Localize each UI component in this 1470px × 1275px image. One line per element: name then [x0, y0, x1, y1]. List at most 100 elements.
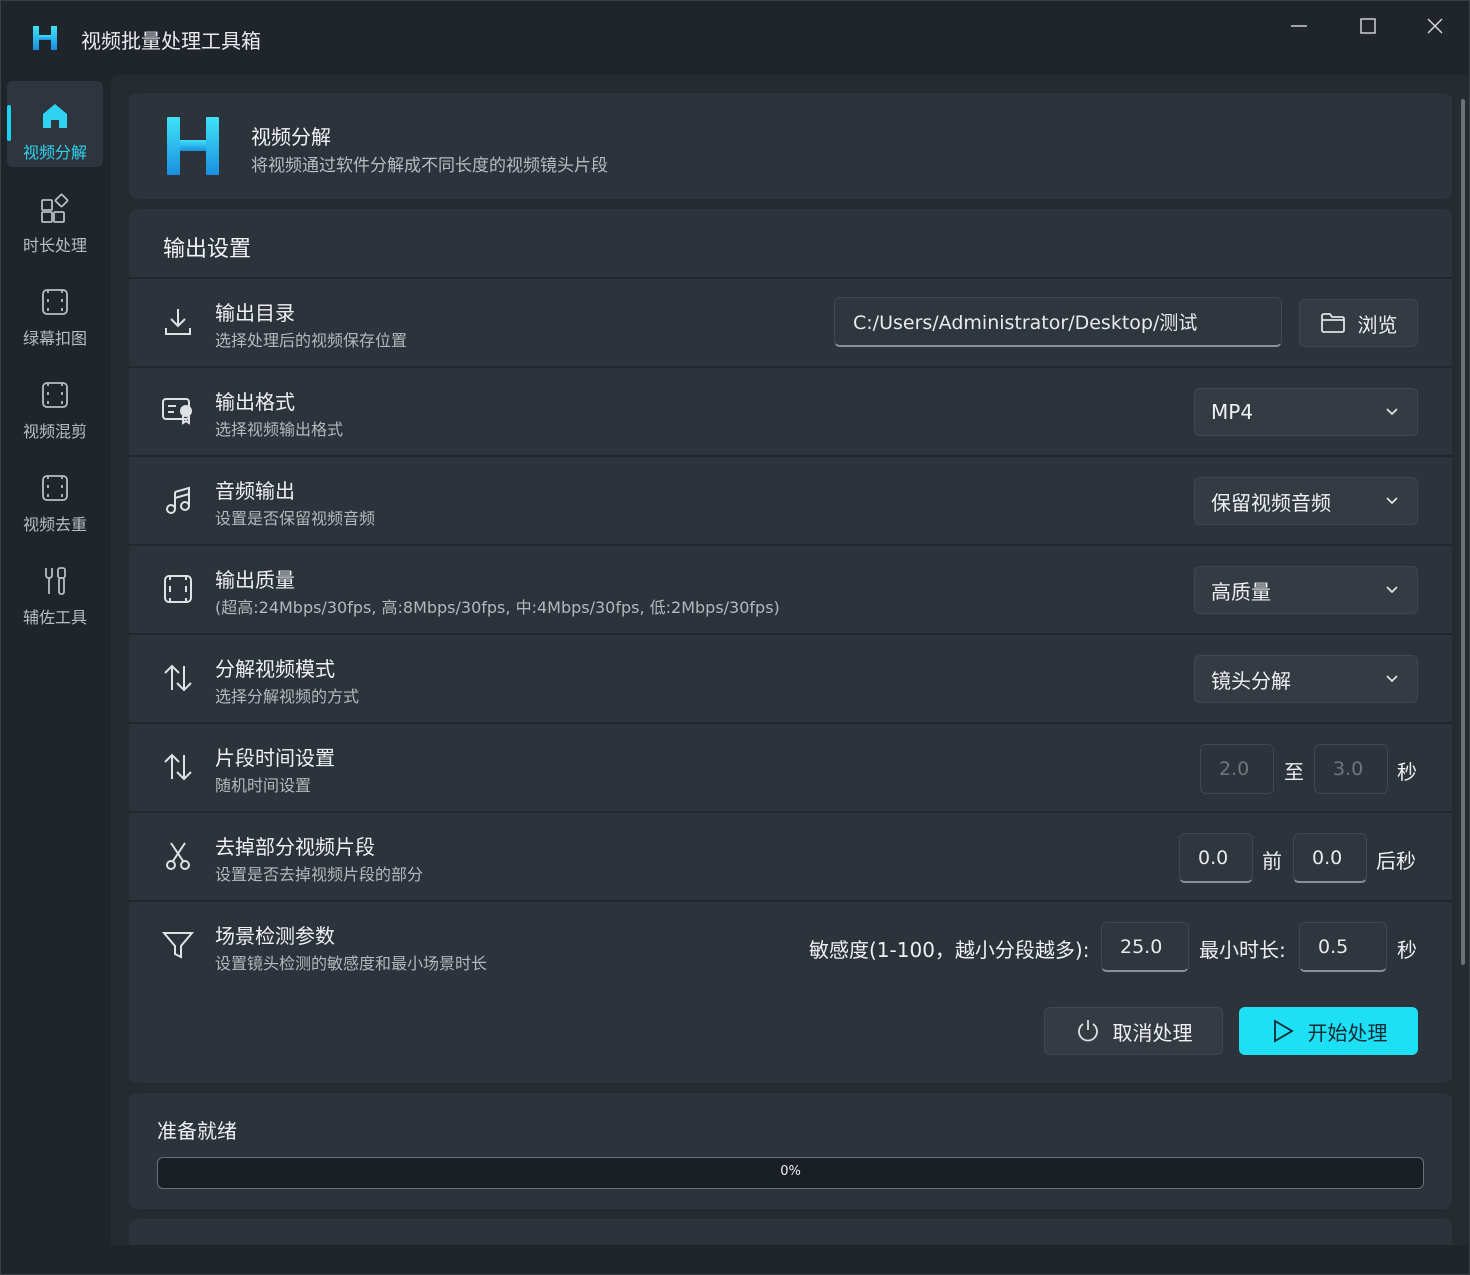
- output-dir-input[interactable]: C:/Users/Administrator/Desktop/测试: [834, 297, 1282, 347]
- select-value: 镜头分解: [1211, 668, 1291, 693]
- row-title: 输出目录: [215, 301, 295, 325]
- close-button[interactable]: [1405, 9, 1465, 43]
- close-icon: [1427, 18, 1443, 34]
- download-icon: [159, 303, 197, 341]
- segment-time-row: 片段时间设置 随机时间设置 2.0 至 3.0 秒: [129, 722, 1452, 810]
- output-format-row: 输出格式 选择视频输出格式 MP4: [129, 366, 1452, 454]
- unit-label: 秒: [1397, 938, 1417, 962]
- front-label: 前: [1262, 849, 1282, 873]
- select-value: 高质量: [1211, 579, 1271, 604]
- output-dir-row: 输出目录 选择处理后的视频保存位置 C:/Users/Administrator…: [129, 277, 1452, 365]
- row-title: 场景检测参数: [215, 924, 335, 948]
- format-icon: [159, 392, 197, 430]
- app-window: 视频批量处理工具箱 视频分解 时长处理 绿幕扣图 视频混剪 视频去重 辅佐工具 …: [0, 0, 1470, 1275]
- audio-output-select[interactable]: 保留视频音频: [1194, 477, 1418, 525]
- sidebar-item-green-screen[interactable]: 绿幕扣图: [7, 267, 103, 353]
- sidebar-item-label: 绿幕扣图: [22, 329, 87, 348]
- sidebar-item-label: 视频分解: [22, 143, 87, 162]
- output-settings-card: 输出设置 输出目录 选择处理后的视频保存位置 C:/Users/Administ…: [129, 209, 1452, 1083]
- film-icon: [159, 570, 197, 608]
- trim-row: 去掉部分视频片段 设置是否去掉视频片段的部分 0.0 前 0.0 后秒: [129, 811, 1452, 899]
- segment-min-input[interactable]: 2.0: [1200, 744, 1274, 794]
- status-card: 准备就绪 0%: [129, 1093, 1452, 1209]
- segment-max-input[interactable]: 3.0: [1314, 744, 1388, 794]
- output-format-select[interactable]: MP4: [1194, 388, 1418, 436]
- to-label: 至: [1284, 760, 1304, 784]
- page-header: 视频分解 将视频通过软件分解成不同长度的视频镜头片段: [129, 93, 1452, 199]
- maximize-button[interactable]: [1338, 9, 1398, 43]
- row-subtitle: (超高:24Mbps/30fps, 高:8Mbps/30fps, 中:4Mbps…: [215, 598, 780, 617]
- split-mode-select[interactable]: 镜头分解: [1194, 655, 1418, 703]
- vertical-scrollbar[interactable]: [1461, 99, 1465, 965]
- apps-icon: [38, 192, 72, 226]
- chevron-down-icon: [1386, 675, 1398, 683]
- back-label: 后秒: [1376, 849, 1416, 873]
- trim-front-input[interactable]: 0.0: [1179, 833, 1253, 883]
- split-mode-row: 分解视频模式 选择分解视频的方式 镜头分解: [129, 633, 1452, 721]
- film-icon: [38, 471, 72, 505]
- start-label: 开始处理: [1307, 1020, 1388, 1045]
- row-subtitle: 选择视频输出格式: [215, 420, 344, 439]
- select-value: 保留视频音频: [1211, 490, 1331, 515]
- sidebar-item-label: 时长处理: [22, 236, 87, 255]
- log-card: [129, 1219, 1452, 1245]
- progress-label: 0%: [780, 1164, 801, 1179]
- sidebar-item-tools[interactable]: 辅佐工具: [7, 546, 103, 632]
- app-title: 视频批量处理工具箱: [81, 29, 261, 53]
- sensitivity-label: 敏感度(1-100，越小分段越多):: [809, 938, 1090, 962]
- sensitivity-input[interactable]: 25.0: [1101, 922, 1189, 972]
- row-title: 片段时间设置: [215, 746, 335, 770]
- output-quality-select[interactable]: 高质量: [1194, 566, 1418, 614]
- row-title: 输出格式: [215, 390, 295, 414]
- minimize-icon: [1291, 25, 1307, 27]
- start-button[interactable]: 开始处理: [1239, 1007, 1418, 1055]
- sidebar: 视频分解 时长处理 绿幕扣图 视频混剪 视频去重 辅佐工具: [1, 75, 111, 1274]
- folder-icon: [1320, 313, 1345, 333]
- sidebar-item-label: 视频混剪: [22, 422, 87, 441]
- row-title: 输出质量: [215, 568, 295, 592]
- row-subtitle: 设置镜头检测的敏感度和最小场景时长: [215, 954, 488, 973]
- app-logo-icon: [167, 117, 219, 175]
- min-duration-input[interactable]: 0.5: [1299, 922, 1387, 972]
- scene-detect-row: 场景检测参数 设置镜头检测的敏感度和最小场景时长 敏感度(1-100，越小分段越…: [129, 900, 1452, 988]
- audio-output-row: 音频输出 设置是否保留视频音频 保留视频音频: [129, 455, 1452, 543]
- sidebar-item-duration[interactable]: 时长处理: [7, 174, 103, 260]
- row-subtitle: 随机时间设置: [215, 776, 312, 795]
- sidebar-item-dedup[interactable]: 视频去重: [7, 453, 103, 539]
- chevron-down-icon: [1386, 408, 1398, 416]
- chevron-down-icon: [1386, 497, 1398, 505]
- film-icon: [38, 378, 72, 412]
- music-note-icon: [159, 481, 197, 519]
- row-title: 去掉部分视频片段: [215, 835, 375, 859]
- row-subtitle: 选择处理后的视频保存位置: [215, 331, 408, 350]
- app-logo-icon: [33, 26, 57, 50]
- row-title: 分解视频模式: [215, 657, 335, 681]
- status-text: 准备就绪: [157, 1119, 237, 1143]
- page-subtitle: 将视频通过软件分解成不同长度的视频镜头片段: [251, 156, 608, 176]
- minimize-button[interactable]: [1269, 9, 1329, 43]
- page-title: 视频分解: [251, 125, 331, 149]
- row-subtitle: 设置是否去掉视频片段的部分: [215, 865, 424, 884]
- sidebar-item-video-mix[interactable]: 视频混剪: [7, 360, 103, 446]
- section-title: 输出设置: [163, 237, 252, 262]
- sidebar-item-label: 视频去重: [22, 515, 87, 534]
- film-icon: [38, 285, 72, 319]
- main-content: 视频分解 将视频通过软件分解成不同长度的视频镜头片段 输出设置 输出目录 选择处…: [111, 75, 1469, 1245]
- tools-icon: [38, 564, 72, 598]
- play-icon: [1273, 1019, 1294, 1043]
- chevron-down-icon: [1386, 586, 1398, 594]
- cancel-label: 取消处理: [1112, 1020, 1193, 1045]
- home-icon: [38, 99, 72, 133]
- scissors-icon: [159, 837, 197, 875]
- min-duration-label: 最小时长:: [1199, 938, 1286, 962]
- unit-label: 秒: [1397, 760, 1417, 784]
- title-bar: 视频批量处理工具箱: [1, 1, 1469, 75]
- progress-bar: 0%: [157, 1157, 1424, 1189]
- row-subtitle: 设置是否保留视频音频: [215, 509, 376, 528]
- trim-back-input[interactable]: 0.0: [1293, 833, 1367, 883]
- cancel-button[interactable]: 取消处理: [1044, 1007, 1223, 1055]
- browse-button[interactable]: 浏览: [1299, 299, 1418, 347]
- sort-arrows-icon: [159, 748, 197, 786]
- power-icon: [1077, 1020, 1098, 1042]
- sidebar-item-video-split[interactable]: 视频分解: [7, 81, 103, 167]
